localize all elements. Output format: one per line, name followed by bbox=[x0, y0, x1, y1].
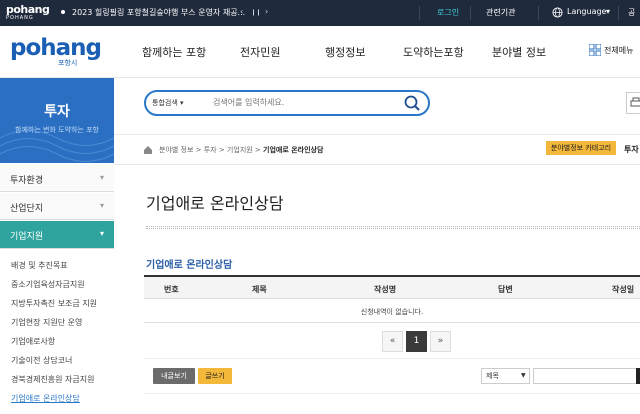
print-icon bbox=[630, 97, 640, 107]
lnb-item-invest-env[interactable]: 투자환경 ▾ bbox=[0, 165, 114, 192]
chevron-down-icon: ▾ bbox=[606, 7, 611, 16]
col-title: 제목 bbox=[252, 285, 267, 294]
breadcrumb: 분야별 정보 > 투자 > 기업지원 > 기업애로 온라인상담 bbox=[159, 145, 323, 155]
divider bbox=[114, 164, 640, 165]
breadcrumb-path[interactable]: 분야별 정보 > 투자 > 기업지원 > bbox=[159, 146, 263, 154]
section-subtitle: 함께하는 변화 도약하는 포항 bbox=[15, 126, 99, 134]
breadcrumb-current: 기업애로 온라인상담 bbox=[263, 146, 324, 154]
page-last-button[interactable]: » bbox=[430, 331, 451, 352]
lnb-sub-item[interactable]: 배경 및 추진목표 bbox=[11, 260, 68, 271]
chevron-down-icon: ▾ bbox=[99, 201, 104, 210]
board-search-button[interactable] bbox=[636, 368, 640, 384]
divider bbox=[618, 6, 619, 20]
more-link[interactable]: 공 bbox=[628, 7, 635, 18]
col-answer: 답변 bbox=[498, 285, 513, 294]
lnb-sub-item[interactable]: 지방투자촉진 보조금 지원 bbox=[11, 298, 97, 309]
lnb-sub-item[interactable]: 기업현장 지원단 운영 bbox=[11, 317, 82, 328]
gnb-civil[interactable]: 전자민원 bbox=[240, 44, 280, 60]
all-menu-button[interactable]: 전체메뉴 bbox=[604, 45, 633, 56]
grid-menu-icon[interactable] bbox=[589, 44, 601, 56]
login-link[interactable]: 로그인 bbox=[437, 7, 459, 18]
home-icon[interactable] bbox=[143, 145, 153, 155]
divider bbox=[114, 134, 640, 135]
chevron-down-icon: ▼ bbox=[521, 372, 526, 379]
lnb-sub-item-current[interactable]: 기업애로 온라인상담 bbox=[11, 393, 80, 404]
news-ticker[interactable]: 2023 힐링필링 포항철길숲야행 부스 운영자 재공... bbox=[72, 7, 245, 18]
gnb-field[interactable]: 분야별 정보 bbox=[492, 44, 546, 60]
divider bbox=[470, 6, 471, 20]
chevron-down-icon: ▾ bbox=[99, 173, 104, 182]
chevron-down-icon: ▾ bbox=[99, 229, 104, 238]
board-search-input[interactable] bbox=[533, 368, 638, 384]
write-button[interactable]: 글쓰기 bbox=[198, 368, 232, 384]
prev-news-button[interactable]: ‹ bbox=[240, 7, 243, 16]
col-author: 작성명 bbox=[374, 285, 397, 294]
site-logo[interactable]: pohang bbox=[10, 36, 102, 60]
title-underline bbox=[146, 226, 640, 229]
page-title: 기업애로 온라인상담 bbox=[146, 194, 284, 213]
section-title: 투자 bbox=[44, 104, 70, 120]
search-input[interactable] bbox=[213, 96, 393, 108]
top-logo-text: pohang bbox=[6, 3, 50, 16]
board-title: 기업애로 온라인상담 bbox=[146, 260, 233, 271]
gnb-admin[interactable]: 행정정보 bbox=[325, 44, 365, 60]
search-icon[interactable] bbox=[403, 94, 421, 112]
related-orgs-link[interactable]: 관련기관 bbox=[486, 7, 515, 18]
print-button[interactable] bbox=[626, 92, 640, 114]
page-1-button[interactable]: 1 bbox=[406, 331, 427, 352]
gnb-together[interactable]: 함께하는 포항 bbox=[142, 44, 206, 60]
site-logo-sub: 포항시 bbox=[58, 59, 78, 67]
search-scope-select[interactable]: 통합검색 ▾ bbox=[152, 98, 184, 108]
col-date: 작성일 bbox=[612, 285, 635, 294]
lnb-item-support[interactable]: 기업지원 ▾ bbox=[0, 221, 114, 249]
col-number: 번호 bbox=[164, 285, 179, 294]
news-bullet bbox=[61, 10, 65, 14]
lnb-item-industrial[interactable]: 산업단지 ▾ bbox=[0, 193, 114, 220]
lnb-sub-item[interactable]: 중소기업육성자금지원 bbox=[11, 279, 85, 290]
pause-news-button[interactable]: ❙❙ bbox=[251, 9, 261, 16]
lnb-sub-item[interactable]: 경북경제진흥원 자금지원 bbox=[11, 374, 95, 385]
gnb-leap[interactable]: 도약하는포항 bbox=[403, 44, 464, 60]
language-selector[interactable]: Language bbox=[567, 7, 606, 16]
category-button[interactable]: 분야별정보 카테고리 bbox=[546, 141, 616, 155]
my-posts-button[interactable]: 내글보기 bbox=[153, 368, 195, 384]
lnb-label: 산업단지 bbox=[10, 204, 44, 214]
lnb-label: 투자환경 bbox=[10, 176, 44, 186]
page-first-button[interactable]: « bbox=[382, 331, 403, 352]
section-label: 투자 bbox=[624, 145, 639, 154]
top-logo[interactable]: pohang POHANG bbox=[6, 4, 56, 22]
lnb-label: 기업지원 bbox=[10, 232, 44, 242]
lnb-sub-item[interactable]: 기업애로사항 bbox=[11, 336, 55, 347]
next-news-button[interactable]: › bbox=[265, 7, 268, 16]
lnb-sub-item[interactable]: 기술이전 상담코너 bbox=[11, 355, 72, 366]
divider bbox=[538, 6, 539, 20]
empty-message: 신청내역이 없습니다. bbox=[360, 308, 424, 316]
globe-icon bbox=[552, 7, 563, 18]
divider bbox=[419, 6, 420, 20]
